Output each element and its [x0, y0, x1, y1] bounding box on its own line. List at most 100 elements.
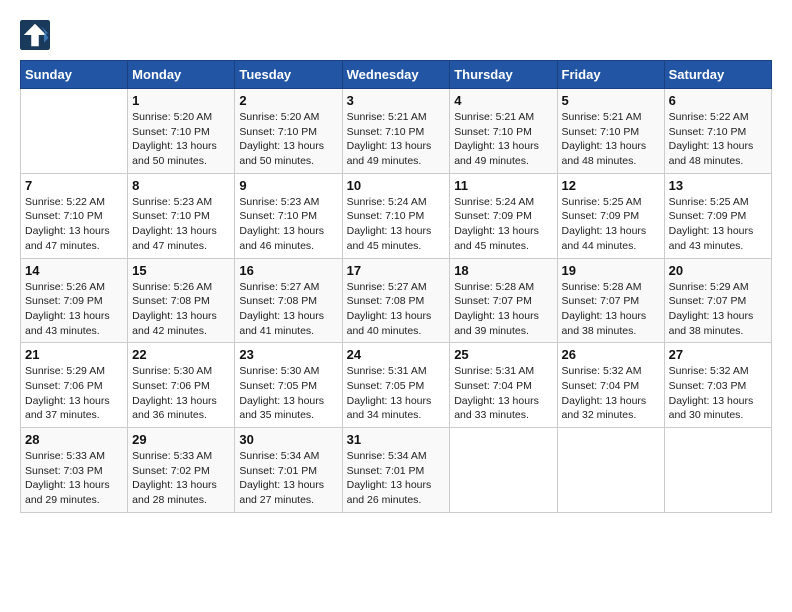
day-number: 17 [347, 263, 446, 278]
day-info: Sunrise: 5:33 AM Sunset: 7:02 PM Dayligh… [132, 449, 230, 508]
day-info: Sunrise: 5:25 AM Sunset: 7:09 PM Dayligh… [562, 195, 660, 254]
day-info: Sunrise: 5:24 AM Sunset: 7:09 PM Dayligh… [454, 195, 552, 254]
day-number: 23 [239, 347, 337, 362]
day-number: 14 [25, 263, 123, 278]
day-number: 22 [132, 347, 230, 362]
day-number: 25 [454, 347, 552, 362]
day-cell: 5 Sunrise: 5:21 AM Sunset: 7:10 PM Daylig… [557, 89, 664, 174]
day-number: 15 [132, 263, 230, 278]
day-info: Sunrise: 5:27 AM Sunset: 7:08 PM Dayligh… [347, 280, 446, 339]
day-number: 31 [347, 432, 446, 447]
day-info: Sunrise: 5:20 AM Sunset: 7:10 PM Dayligh… [132, 110, 230, 169]
day-cell: 17 Sunrise: 5:27 AM Sunset: 7:08 PM Dayli… [342, 258, 450, 343]
logo-icon [20, 20, 50, 50]
week-row-2: 7 Sunrise: 5:22 AM Sunset: 7:10 PM Daylig… [21, 173, 772, 258]
column-header-saturday: Saturday [664, 61, 771, 89]
day-info: Sunrise: 5:28 AM Sunset: 7:07 PM Dayligh… [562, 280, 660, 339]
column-header-wednesday: Wednesday [342, 61, 450, 89]
day-cell: 2Sunrise: 5:20 AM Sunset: 7:10 PM Daylig… [235, 89, 342, 174]
day-info: Sunrise: 5:30 AM Sunset: 7:05 PM Dayligh… [239, 364, 337, 423]
day-number: 19 [562, 263, 660, 278]
day-cell: 30 Sunrise: 5:34 AM Sunset: 7:01 PM Dayli… [235, 428, 342, 513]
week-row-5: 28Sunrise: 5:33 AM Sunset: 7:03 PM Dayli… [21, 428, 772, 513]
day-cell [664, 428, 771, 513]
day-info: Sunrise: 5:23 AM Sunset: 7:10 PM Dayligh… [132, 195, 230, 254]
day-cell: 10 Sunrise: 5:24 AM Sunset: 7:10 PM Dayli… [342, 173, 450, 258]
day-info: Sunrise: 5:34 AM Sunset: 7:01 PM Dayligh… [347, 449, 446, 508]
day-cell: 4 Sunrise: 5:21 AM Sunset: 7:10 PM Daylig… [450, 89, 557, 174]
day-cell: 14Sunrise: 5:26 AM Sunset: 7:09 PM Dayli… [21, 258, 128, 343]
day-number: 21 [25, 347, 123, 362]
day-info: Sunrise: 5:31 AM Sunset: 7:04 PM Dayligh… [454, 364, 552, 423]
day-info: Sunrise: 5:32 AM Sunset: 7:04 PM Dayligh… [562, 364, 660, 423]
week-row-3: 14Sunrise: 5:26 AM Sunset: 7:09 PM Dayli… [21, 258, 772, 343]
day-number: 11 [454, 178, 552, 193]
day-info: Sunrise: 5:33 AM Sunset: 7:03 PM Dayligh… [25, 449, 123, 508]
day-number: 29 [132, 432, 230, 447]
column-header-thursday: Thursday [450, 61, 557, 89]
day-number: 2 [239, 93, 337, 108]
day-cell: 27 Sunrise: 5:32 AM Sunset: 7:03 PM Dayli… [664, 343, 771, 428]
day-number: 16 [239, 263, 337, 278]
column-header-tuesday: Tuesday [235, 61, 342, 89]
day-number: 8 [132, 178, 230, 193]
day-cell: 16 Sunrise: 5:27 AM Sunset: 7:08 PM Dayli… [235, 258, 342, 343]
day-info: Sunrise: 5:21 AM Sunset: 7:10 PM Dayligh… [347, 110, 446, 169]
day-number: 1 [132, 93, 230, 108]
day-cell: 1 Sunrise: 5:20 AM Sunset: 7:10 PM Daylig… [128, 89, 235, 174]
day-cell: 18Sunrise: 5:28 AM Sunset: 7:07 PM Dayli… [450, 258, 557, 343]
day-info: Sunrise: 5:25 AM Sunset: 7:09 PM Dayligh… [669, 195, 767, 254]
day-cell: 22 Sunrise: 5:30 AM Sunset: 7:06 PM Dayli… [128, 343, 235, 428]
day-number: 5 [562, 93, 660, 108]
day-cell [557, 428, 664, 513]
day-cell: 25 Sunrise: 5:31 AM Sunset: 7:04 PM Dayli… [450, 343, 557, 428]
day-info: Sunrise: 5:34 AM Sunset: 7:01 PM Dayligh… [239, 449, 337, 508]
day-cell: 13 Sunrise: 5:25 AM Sunset: 7:09 PM Dayli… [664, 173, 771, 258]
page-header [20, 20, 772, 50]
day-number: 9 [239, 178, 337, 193]
day-cell: 20Sunrise: 5:29 AM Sunset: 7:07 PM Dayli… [664, 258, 771, 343]
day-cell: 6 Sunrise: 5:22 AM Sunset: 7:10 PM Daylig… [664, 89, 771, 174]
day-number: 4 [454, 93, 552, 108]
day-cell: 7 Sunrise: 5:22 AM Sunset: 7:10 PM Daylig… [21, 173, 128, 258]
day-number: 6 [669, 93, 767, 108]
day-info: Sunrise: 5:24 AM Sunset: 7:10 PM Dayligh… [347, 195, 446, 254]
day-number: 13 [669, 178, 767, 193]
day-cell [21, 89, 128, 174]
day-number: 7 [25, 178, 123, 193]
day-info: Sunrise: 5:21 AM Sunset: 7:10 PM Dayligh… [454, 110, 552, 169]
day-info: Sunrise: 5:32 AM Sunset: 7:03 PM Dayligh… [669, 364, 767, 423]
column-header-monday: Monday [128, 61, 235, 89]
day-cell: 3 Sunrise: 5:21 AM Sunset: 7:10 PM Daylig… [342, 89, 450, 174]
day-info: Sunrise: 5:22 AM Sunset: 7:10 PM Dayligh… [25, 195, 123, 254]
day-cell: 26 Sunrise: 5:32 AM Sunset: 7:04 PM Dayli… [557, 343, 664, 428]
day-number: 12 [562, 178, 660, 193]
day-cell: 12 Sunrise: 5:25 AM Sunset: 7:09 PM Dayli… [557, 173, 664, 258]
day-cell: 21 Sunrise: 5:29 AM Sunset: 7:06 PM Dayli… [21, 343, 128, 428]
day-number: 10 [347, 178, 446, 193]
day-cell: 28Sunrise: 5:33 AM Sunset: 7:03 PM Dayli… [21, 428, 128, 513]
day-info: Sunrise: 5:22 AM Sunset: 7:10 PM Dayligh… [669, 110, 767, 169]
day-info: Sunrise: 5:30 AM Sunset: 7:06 PM Dayligh… [132, 364, 230, 423]
day-number: 27 [669, 347, 767, 362]
day-cell: 15 Sunrise: 5:26 AM Sunset: 7:08 PM Dayli… [128, 258, 235, 343]
day-cell: 23 Sunrise: 5:30 AM Sunset: 7:05 PM Dayli… [235, 343, 342, 428]
day-cell: 9Sunrise: 5:23 AM Sunset: 7:10 PM Daylig… [235, 173, 342, 258]
day-number: 3 [347, 93, 446, 108]
day-cell [450, 428, 557, 513]
week-row-4: 21 Sunrise: 5:29 AM Sunset: 7:06 PM Dayli… [21, 343, 772, 428]
day-cell: 24Sunrise: 5:31 AM Sunset: 7:05 PM Dayli… [342, 343, 450, 428]
column-header-friday: Friday [557, 61, 664, 89]
day-number: 26 [562, 347, 660, 362]
day-info: Sunrise: 5:31 AM Sunset: 7:05 PM Dayligh… [347, 364, 446, 423]
day-info: Sunrise: 5:21 AM Sunset: 7:10 PM Dayligh… [562, 110, 660, 169]
day-info: Sunrise: 5:29 AM Sunset: 7:06 PM Dayligh… [25, 364, 123, 423]
logo [20, 20, 54, 50]
day-info: Sunrise: 5:26 AM Sunset: 7:08 PM Dayligh… [132, 280, 230, 339]
day-info: Sunrise: 5:27 AM Sunset: 7:08 PM Dayligh… [239, 280, 337, 339]
day-cell: 19 Sunrise: 5:28 AM Sunset: 7:07 PM Dayli… [557, 258, 664, 343]
day-cell: 29 Sunrise: 5:33 AM Sunset: 7:02 PM Dayli… [128, 428, 235, 513]
day-number: 18 [454, 263, 552, 278]
day-cell: 11 Sunrise: 5:24 AM Sunset: 7:09 PM Dayli… [450, 173, 557, 258]
day-number: 30 [239, 432, 337, 447]
